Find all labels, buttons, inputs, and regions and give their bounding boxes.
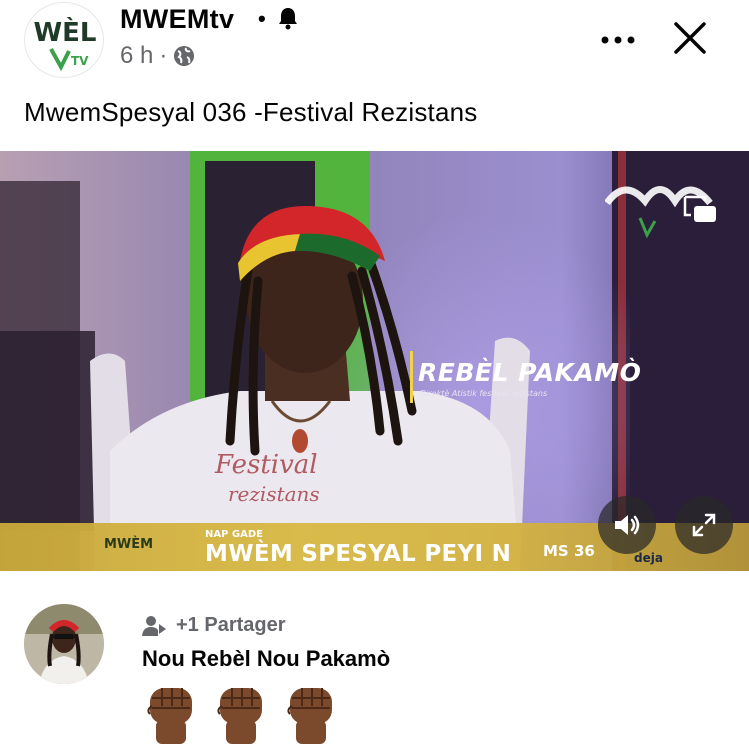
episode-number: MS 36 xyxy=(543,542,595,560)
guest-name: REBÈL PAKAMÒ xyxy=(418,358,642,387)
page-name[interactable]: MWEMtv xyxy=(120,4,234,35)
page-logo-icon: WÈL TV xyxy=(25,3,103,77)
commenter-avatar[interactable] xyxy=(24,604,104,684)
guest-role: Direktè Atistik festival rezistans xyxy=(420,389,548,398)
post-meta: 6 h · xyxy=(120,42,195,70)
fullscreen-button[interactable] xyxy=(675,496,733,554)
more-horizontal-icon xyxy=(601,36,635,44)
volume-icon xyxy=(615,515,640,535)
close-icon[interactable] xyxy=(670,18,710,58)
avatar-logo-sub: TV xyxy=(71,54,89,68)
avatar xyxy=(24,604,104,684)
page-avatar[interactable]: WÈL TV xyxy=(24,2,104,78)
picture-in-picture-icon[interactable] xyxy=(681,193,719,225)
share-person-icon xyxy=(142,615,166,636)
comment-text: Nou Rebèl Nou Pakamò xyxy=(142,646,391,671)
more-options-button[interactable] xyxy=(598,20,638,60)
raised-fist-icon xyxy=(287,688,332,744)
name-separator: • xyxy=(258,6,266,31)
avatar-logo-text: WÈL xyxy=(33,16,96,48)
post-title: MwemSpesyal 036 -Festival Rezistans xyxy=(24,97,478,127)
sponsor-logo: deja xyxy=(634,551,663,565)
shirt-print-line1: Festival xyxy=(214,450,318,480)
comment-emoji-row xyxy=(142,684,340,746)
volume-button[interactable] xyxy=(598,496,656,554)
raised-fist-icon xyxy=(217,688,262,744)
globe-icon xyxy=(174,46,195,66)
shared-by-row[interactable]: +1 Partager xyxy=(142,614,286,637)
bell-icon[interactable] xyxy=(277,6,299,30)
shirt-print-line2: rezistans xyxy=(228,482,320,506)
post-header: WÈL TV MWEMtv • 6 h · xyxy=(0,0,749,92)
post-time[interactable]: 6 h xyxy=(120,42,153,70)
lower-third-logo: MWÈM xyxy=(104,537,154,552)
expand-icon xyxy=(692,513,716,537)
lower-third-tag: NAP GADE xyxy=(205,529,263,540)
meta-dot: · xyxy=(159,42,168,69)
show-title: MWÈM SPESYAL PEYI N xyxy=(205,541,512,567)
video-player[interactable]: Festival rezistans REBÈL PAKAMÒ Direktè … xyxy=(0,151,749,571)
raised-fist-icon xyxy=(147,688,192,744)
share-label: +1 Partager xyxy=(176,614,286,636)
